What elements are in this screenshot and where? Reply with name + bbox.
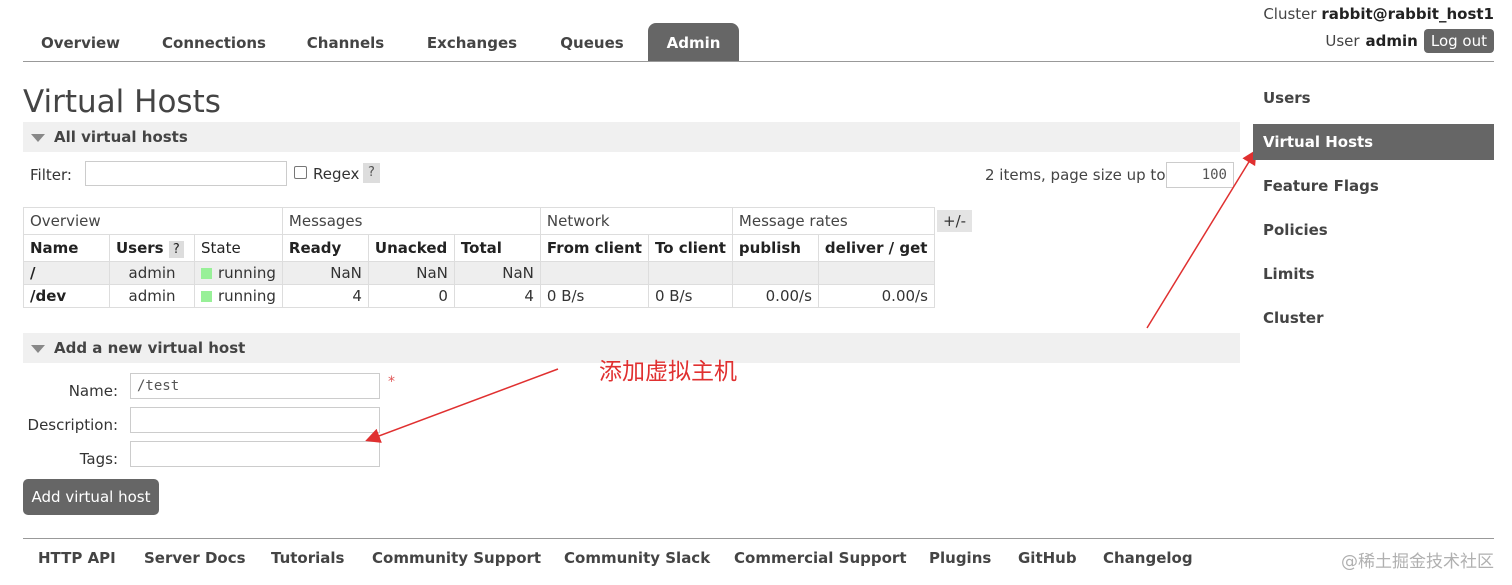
footer-link-community-slack[interactable]: Community Slack [564, 549, 710, 567]
footer-link-github[interactable]: GitHub [1018, 549, 1077, 567]
footer-link-commercial-support[interactable]: Commercial Support [734, 549, 907, 567]
footer-link-http-api[interactable]: HTTP API [38, 549, 116, 567]
sidebar-item-policies[interactable]: Policies [1253, 212, 1494, 248]
watermark: @稀土掘金技术社区 [1341, 552, 1494, 572]
sidebar-item-users[interactable]: Users [1253, 80, 1494, 116]
footer-link-changelog[interactable]: Changelog [1103, 549, 1193, 567]
footer-link-plugins[interactable]: Plugins [929, 549, 991, 567]
arrow-to-form-icon [365, 368, 559, 443]
sidebar-item-virtual-hosts[interactable]: Virtual Hosts [1253, 124, 1494, 160]
sidebar-item-cluster[interactable]: Cluster [1253, 300, 1494, 336]
sidebar-item-feature-flags[interactable]: Feature Flags [1253, 168, 1494, 204]
sidebar-item-limits[interactable]: Limits [1253, 256, 1494, 292]
footer-link-tutorials[interactable]: Tutorials [271, 549, 344, 567]
footer-divider [23, 538, 1494, 539]
arrow-to-sidebar-icon [1146, 149, 1257, 329]
footer-link-community-support[interactable]: Community Support [372, 549, 541, 567]
footer-link-server-docs[interactable]: Server Docs [144, 549, 246, 567]
